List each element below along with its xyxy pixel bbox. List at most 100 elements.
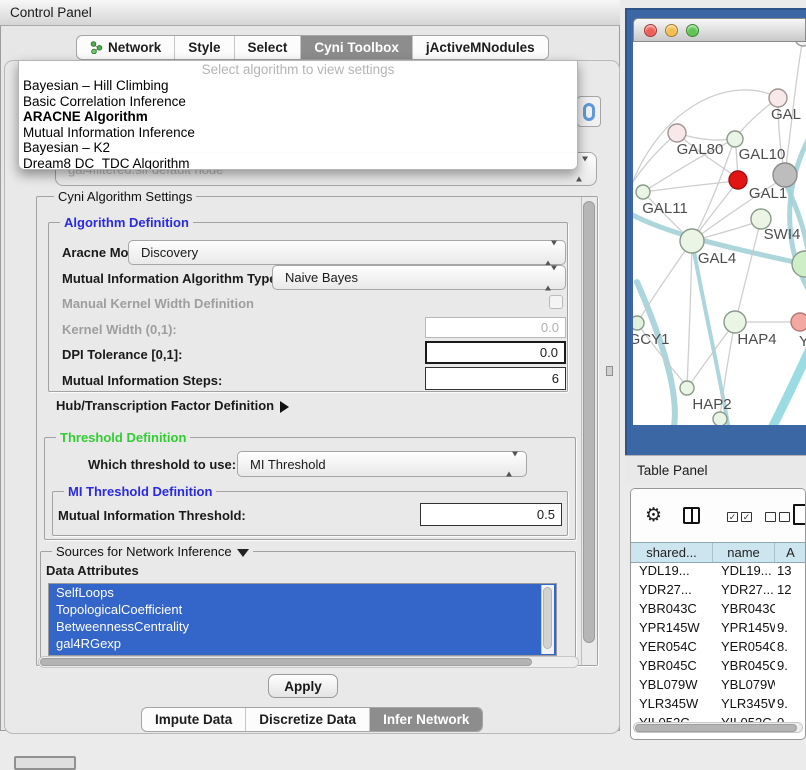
mi-steps-label: Mutual Information Steps: [62, 373, 222, 388]
attribute-item-gal4rgexp[interactable]: gal4RGexp [49, 635, 556, 652]
tab-network[interactable]: Network [77, 36, 174, 59]
table-row[interactable]: YBL079WYBL079W [631, 677, 806, 696]
mi-threshold-group-title: MI Threshold Definition [64, 484, 216, 499]
sources-toggle[interactable]: Sources for Network Inference [52, 544, 253, 559]
network-window-titlebar[interactable] [633, 18, 806, 42]
node-label-gal11: GAL11 [642, 200, 688, 217]
table-hscrollbar-thumb[interactable] [635, 724, 797, 732]
column-header-a[interactable]: A [775, 543, 806, 562]
algorithm-option-bayesian-k2[interactable]: Bayesian – K2 [19, 140, 577, 156]
hub-definition-toggle[interactable]: Hub/Transcription Factor Definition [56, 398, 289, 413]
network-edge[interactable] [736, 219, 761, 320]
column-header-shared[interactable]: shared... [631, 543, 713, 562]
node-label-hap4: HAP4 [737, 331, 776, 348]
mi-steps-field[interactable]: 6 [425, 367, 566, 390]
mi-type-value: Naive Bayes [285, 270, 358, 285]
table-row[interactable]: YDL19...YDL19...13 [631, 563, 806, 582]
gear-icon[interactable]: ⚙ [645, 506, 662, 525]
table-row[interactable]: YDR27...YDR27...12 [631, 582, 806, 601]
network-edge[interactable] [639, 241, 692, 320]
settings-vscrollbar-thumb[interactable] [583, 201, 595, 643]
bottom-tab-discretize-data[interactable]: Discretize Data [245, 708, 369, 731]
network-edge[interactable] [769, 342, 806, 425]
network-edge[interactable] [689, 322, 735, 386]
tab-label: Network [108, 40, 161, 55]
bottom-left-partial-button[interactable] [14, 756, 76, 770]
aracne-mode-combo[interactable]: Discovery [128, 240, 566, 265]
tab-select[interactable]: Select [234, 36, 301, 59]
algorithm-option-aracne-algorithm[interactable]: ARACNE Algorithm [19, 109, 577, 125]
attribute-item-topologicalcoefficient[interactable]: TopologicalCoefficient [49, 601, 556, 618]
manual-kernel-checkbox[interactable] [549, 295, 563, 309]
node-ring-icon [583, 103, 595, 121]
node-label-y: Y [799, 333, 806, 350]
minimize-traffic-light[interactable] [665, 24, 678, 37]
kernel-width-label: Kernel Width (0,1): [62, 322, 177, 337]
select-all-icon[interactable]: ✓ [727, 512, 738, 522]
dpi-tolerance-field[interactable]: 0.0 [425, 341, 566, 364]
table-header-row: shared...nameA [631, 542, 806, 563]
apply-button[interactable]: Apply [268, 674, 338, 698]
which-threshold-combo[interactable]: MI Threshold [237, 451, 527, 477]
mi-type-combo[interactable]: Naive Bayes [272, 265, 566, 290]
table-cell: YDL19... [713, 563, 775, 582]
network-node-gal11[interactable] [636, 185, 650, 199]
network-canvas[interactable]: GALGAL80GAL10GAL1GAL11SWI4GAL4GCY1HAP4YH… [633, 42, 806, 425]
column-header-name[interactable]: name [713, 543, 775, 562]
table-cell: YBL079W [713, 677, 775, 696]
table-row[interactable]: YPR145WYPR145W9. [631, 620, 806, 639]
attribute-item-partial[interactable] [49, 652, 556, 655]
table-row[interactable]: YBR045CYBR045C9. [631, 658, 806, 677]
algorithm-option-mutual-information-inference[interactable]: Mutual Information Inference [19, 125, 577, 141]
deselect-all-icon[interactable] [765, 512, 776, 522]
tab-cyni-toolbox[interactable]: Cyni Toolbox [300, 36, 412, 59]
settings-hscrollbar-thumb[interactable] [40, 658, 532, 666]
select-all-icon-2[interactable]: ✓ [741, 512, 752, 522]
table-row[interactable]: YER054CYER054C8. [631, 639, 806, 658]
algorithm-option-basic-correlation-inference[interactable]: Basic Correlation Inference [19, 94, 577, 110]
node-label-gal: GAL [771, 106, 801, 123]
network-node-y[interactable] [791, 313, 806, 331]
network-node[interactable] [795, 42, 806, 46]
network-node-gal[interactable] [769, 89, 787, 107]
tab-jactivemnodules[interactable]: jActiveMNodules [412, 36, 548, 59]
network-node[interactable] [773, 163, 797, 187]
table-cell: YDL19... [631, 563, 713, 582]
new-table-icon[interactable] [793, 504, 806, 525]
network-node-gal80[interactable] [668, 124, 686, 142]
bottom-tab-impute-data[interactable]: Impute Data [142, 708, 245, 731]
tab-style[interactable]: Style [174, 36, 233, 59]
columns-icon[interactable] [683, 507, 700, 524]
network-edge[interactable] [687, 241, 692, 386]
table-row[interactable]: YLR345WYLR345W9. [631, 696, 806, 715]
node-label-gal10: GAL10 [739, 146, 786, 163]
kernel-width-field[interactable]: 0.0 [425, 317, 566, 338]
attribute-item-betweennesscentrality[interactable]: BetweennessCentrality [49, 618, 556, 635]
collapsed-arrow-icon[interactable] [280, 401, 289, 413]
close-traffic-light[interactable] [644, 24, 657, 37]
network-node-hap4[interactable] [724, 311, 746, 333]
zoom-traffic-light[interactable] [686, 24, 699, 37]
algorithm-option-dream8-dc-tdc-algorithm[interactable]: Dream8 DC_TDC Algorithm [19, 156, 577, 171]
deselect-all-icon-2[interactable] [779, 512, 790, 522]
network-node[interactable] [713, 412, 727, 425]
control-panel-titlebar[interactable]: Control Panel [0, 0, 620, 26]
network-edge[interactable] [637, 282, 675, 425]
stepper-arrows-icon [506, 457, 518, 472]
network-node-hap2[interactable] [680, 381, 694, 395]
network-icon-button[interactable] [577, 96, 601, 127]
control-panel-tabs: Network StyleSelectCyni ToolboxjActiveMNo… [76, 35, 549, 60]
control-panel-title: Control Panel [10, 5, 92, 20]
table-row[interactable]: YBR043CYBR043C [631, 601, 806, 620]
bottom-tab-infer-network[interactable]: Infer Network [369, 708, 482, 731]
attribute-item-selfloops[interactable]: SelfLoops [49, 584, 556, 601]
expanded-arrow-icon[interactable] [237, 549, 249, 557]
mi-threshold-field[interactable]: 0.5 [420, 503, 562, 526]
panel-resize-grip[interactable] [606, 366, 613, 376]
network-node-gcy1[interactable] [633, 316, 644, 330]
data-attributes-list[interactable]: SelfLoopsTopologicalCoefficientBetweenne… [48, 583, 557, 656]
attributes-vscrollbar-thumb[interactable] [543, 587, 552, 649]
network-node-gal10[interactable] [727, 131, 743, 147]
network-node[interactable] [729, 171, 747, 189]
algorithm-option-bayesian-hill-climbing[interactable]: Bayesian – Hill Climbing [19, 78, 577, 94]
